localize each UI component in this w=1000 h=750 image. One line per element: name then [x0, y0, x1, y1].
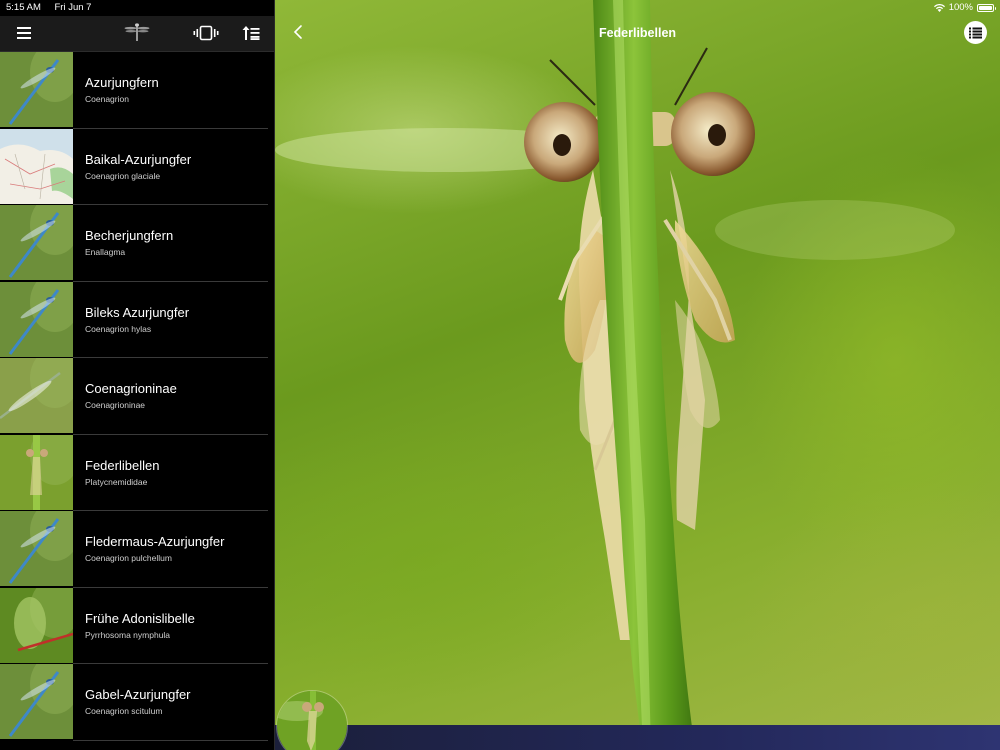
hamburger-icon[interactable]: [17, 24, 31, 42]
bottom-bar: [275, 725, 1000, 750]
blue-damselfly-thumbnail: [0, 281, 73, 357]
species-text: Fledermaus-Azurjungfer Coenagrion pulchel…: [73, 511, 268, 588]
species-latin-name: Pyrrhosoma nymphula: [85, 629, 171, 640]
battery-percent: 100%: [948, 2, 973, 13]
species-thumbnail: [0, 128, 73, 204]
damselfly-thumbnail: [277, 691, 347, 750]
species-name: Frühe Adonislibelle: [85, 610, 195, 626]
page-title: Federlibellen: [598, 26, 677, 40]
damselfly-photo: [275, 0, 955, 750]
list-icon: [969, 27, 982, 38]
chevron-left-icon[interactable]: [289, 22, 309, 42]
species-text: Bileks Azurjungfer Coenagrion hylas: [73, 282, 268, 358]
species-latin-name: Platycnemididae: [85, 476, 148, 487]
sort-icon[interactable]: [242, 24, 260, 42]
species-thumbnail: [0, 434, 73, 510]
yellow-damselfly-thumbnail: [0, 434, 73, 510]
species-text: Frühe Adonislibelle Pyrrhosoma nymphula: [73, 588, 268, 664]
blue-damselfly-thumbnail: [0, 52, 73, 127]
species-latin-name: Coenagrion scitulum: [85, 706, 163, 716]
list-item[interactable]: Becherjungfern Enallagma: [0, 205, 274, 282]
species-thumbnail: [0, 511, 73, 586]
species-latin-name: Coenagrion: [85, 94, 129, 104]
species-latin-name: Coenagrion pulchellum: [85, 553, 172, 563]
species-name: Baikal-Azurjungfer: [85, 151, 192, 167]
species-latin-name: Enallagma: [85, 247, 126, 257]
list-item[interactable]: Fledermaus-Azurjungfer Coenagrion pulchel…: [0, 511, 274, 588]
wifi-icon: [933, 3, 945, 12]
status-date: Fri Jun 7: [54, 2, 92, 13]
species-latin-name: Coenagrioninae: [85, 400, 146, 410]
species-name: Federlibellen: [85, 457, 160, 473]
list-item[interactable]: Baikal-Azurjungfer Coenagrion glaciale: [0, 128, 274, 205]
blue-damselfly-thumbnail: [0, 511, 73, 586]
red-damselfly-thumbnail: [0, 587, 73, 663]
vibrate-icon[interactable]: [193, 24, 219, 42]
sidebar: Azurjungfern Coenagrion Baikal-Azurjungfer…: [0, 0, 274, 750]
status-bar: 5:15 AM Fri Jun 7 100%: [0, 0, 1000, 16]
species-name: Gabel-Azurjungfer: [85, 687, 191, 702]
dragonfly-icon: [124, 23, 150, 41]
species-thumbnail: [0, 205, 73, 280]
species-thumbnail: [0, 587, 73, 663]
blue-damselfly-thumbnail: [0, 205, 73, 280]
list-item[interactable]: Coenagrioninae Coenagrioninae: [0, 358, 274, 435]
list-item[interactable]: Frühe Adonislibelle Pyrrhosoma nymphula: [0, 587, 274, 664]
species-name: Becherjungfern: [85, 228, 174, 243]
list-button[interactable]: [964, 21, 987, 44]
species-text: Gabel-Azurjungfer Coenagrion scitulum: [73, 664, 268, 741]
species-text: Federlibellen Platycnemididae: [73, 435, 268, 511]
main-photo-view: Federlibellen: [275, 0, 1000, 750]
blue-damselfly-thumbnail: [0, 664, 73, 739]
species-text: Coenagrioninae Coenagrioninae: [73, 358, 268, 435]
species-thumbnail: [0, 52, 73, 127]
species-latin-name: Coenagrion hylas: [85, 323, 152, 334]
species-name: Bileks Azurjungfer: [85, 304, 190, 320]
species-name: Coenagrioninae: [85, 381, 177, 396]
battery-fill: [979, 5, 992, 10]
species-latin-name: Coenagrion glaciale: [85, 170, 161, 181]
species-text: Baikal-Azurjungfer Coenagrion glaciale: [73, 129, 268, 205]
species-thumbnail: [0, 358, 73, 433]
species-name: Azurjungfern: [85, 75, 159, 90]
species-thumbnail: [0, 281, 73, 357]
list-item[interactable]: Bileks Azurjungfer Coenagrion hylas: [0, 281, 274, 358]
species-text: Azurjungfern Coenagrion: [73, 52, 268, 129]
species-list[interactable]: Azurjungfern Coenagrion Baikal-Azurjungfer…: [0, 52, 274, 750]
species-name: Fledermaus-Azurjungfer: [85, 534, 225, 549]
species-text: Becherjungfern Enallagma: [73, 205, 268, 282]
list-item[interactable]: Gabel-Azurjungfer Coenagrion scitulum: [0, 664, 274, 741]
green-damselfly-thumbnail: [0, 358, 73, 433]
species-thumbnail: [0, 664, 73, 739]
status-time: 5:15 AM: [6, 2, 41, 13]
list-item[interactable]: Azurjungfern Coenagrion: [0, 52, 274, 129]
map-thumbnail: [0, 128, 73, 204]
battery-icon: [977, 3, 996, 12]
list-item[interactable]: Federlibellen Platycnemididae: [0, 434, 274, 511]
sidebar-toolbar: [0, 16, 274, 52]
